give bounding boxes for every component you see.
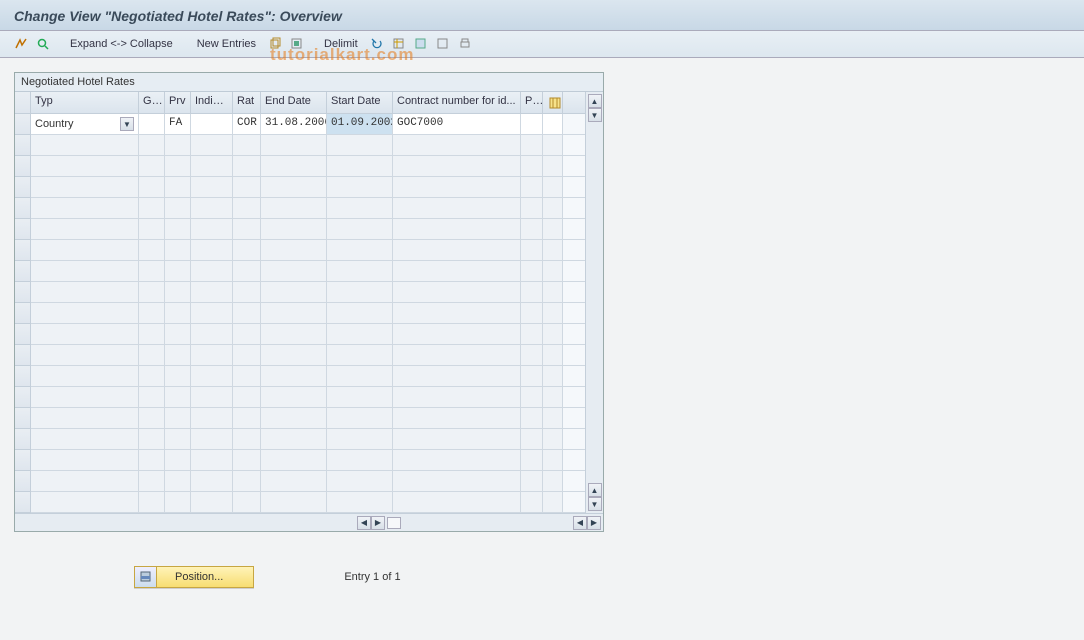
scroll-down-icon[interactable]: ▼ [588, 108, 602, 122]
cell-indiv[interactable] [191, 114, 233, 134]
row-header[interactable] [15, 429, 31, 450]
new-entries-button[interactable]: New Entries [191, 36, 262, 52]
row-header[interactable] [15, 471, 31, 492]
cell-end[interactable]: 31.08.2006 [261, 114, 327, 134]
scroll-up-icon[interactable]: ▲ [588, 483, 602, 497]
table-row[interactable] [31, 282, 585, 303]
col-header-typ[interactable]: Typ [31, 92, 139, 113]
chevron-down-icon[interactable]: ▼ [120, 117, 134, 131]
grid-rows: Country ▼ FA COR 31.08.2006 01.09.2002 G… [31, 114, 585, 513]
col-header-rat[interactable]: Rat [233, 92, 261, 113]
page-title: Change View "Negotiated Hotel Rates": Ov… [14, 8, 1070, 24]
table-row[interactable] [31, 303, 585, 324]
table-row[interactable] [31, 450, 585, 471]
row-header[interactable] [15, 387, 31, 408]
col-header-prv[interactable]: Prv [165, 92, 191, 113]
col-header-config[interactable] [543, 92, 563, 113]
table-row[interactable] [31, 345, 585, 366]
cell-rat[interactable]: COR [233, 114, 261, 134]
row-header[interactable] [15, 366, 31, 387]
entry-counter: Entry 1 of 1 [344, 571, 400, 583]
position-label: Position... [157, 571, 253, 583]
row-header[interactable] [15, 219, 31, 240]
cell-cfg [543, 114, 563, 134]
scroll-left-icon[interactable]: ◀ [573, 516, 587, 530]
title-bar: Change View "Negotiated Hotel Rates": Ov… [0, 0, 1084, 31]
table-settings-icon[interactable] [390, 35, 408, 53]
row-header[interactable] [15, 450, 31, 471]
table-row[interactable] [31, 324, 585, 345]
table-row[interactable] [31, 366, 585, 387]
scroll-right-icon[interactable]: ▶ [371, 516, 385, 530]
cell-typ[interactable]: Country ▼ [31, 114, 139, 134]
typ-dropdown[interactable]: Country ▼ [35, 117, 134, 131]
row-header[interactable] [15, 282, 31, 303]
scroll-handle[interactable] [387, 517, 401, 529]
col-header-end[interactable]: End Date [261, 92, 327, 113]
column-headers: Typ Grp Prv Indivi... Rat End Date Start… [31, 92, 585, 114]
row-header-corner[interactable] [15, 92, 31, 114]
col-header-pu[interactable]: PU [521, 92, 543, 113]
table-row[interactable] [31, 135, 585, 156]
scroll-up-icon[interactable]: ▲ [588, 94, 602, 108]
col-header-start[interactable]: Start Date [327, 92, 393, 113]
table-row[interactable] [31, 177, 585, 198]
table-row[interactable] [31, 198, 585, 219]
col-header-indiv[interactable]: Indivi... [191, 92, 233, 113]
table-row[interactable] [31, 387, 585, 408]
delimit-button[interactable]: Delimit [318, 36, 364, 52]
col-header-grp[interactable]: Grp [139, 92, 165, 113]
grid-container: Negotiated Hotel Rates [14, 72, 604, 532]
deselect-icon[interactable] [434, 35, 452, 53]
row-header[interactable] [15, 114, 31, 135]
row-header[interactable] [15, 156, 31, 177]
row-header[interactable] [15, 261, 31, 282]
row-header[interactable] [15, 135, 31, 156]
vertical-scrollbar[interactable]: ▲ ▼ ▲ ▼ [585, 92, 603, 513]
undo-icon[interactable] [368, 35, 386, 53]
row-header[interactable] [15, 492, 31, 513]
scroll-right-icon[interactable]: ▶ [587, 516, 601, 530]
row-header[interactable] [15, 240, 31, 261]
scroll-left-icon[interactable]: ◀ [357, 516, 371, 530]
toggle-display-icon[interactable] [12, 35, 30, 53]
row-header[interactable] [15, 408, 31, 429]
row-header[interactable] [15, 177, 31, 198]
row-headers [15, 92, 31, 513]
table-row[interactable] [31, 240, 585, 261]
position-button[interactable]: Position... [134, 566, 254, 588]
row-header[interactable] [15, 198, 31, 219]
col-header-contract[interactable]: Contract number for id... [393, 92, 521, 113]
table-row[interactable]: Country ▼ FA COR 31.08.2006 01.09.2002 G… [31, 114, 585, 135]
find-icon[interactable] [34, 35, 52, 53]
position-icon [135, 567, 157, 587]
copy-icon[interactable] [266, 35, 284, 53]
select-block-icon[interactable] [412, 35, 430, 53]
scroll-down-icon[interactable]: ▼ [588, 497, 602, 511]
table-row[interactable] [31, 471, 585, 492]
expand-collapse-button[interactable]: Expand <-> Collapse [64, 36, 179, 52]
cell-contract[interactable]: GOC7000 [393, 114, 521, 134]
row-header[interactable] [15, 303, 31, 324]
table-row[interactable] [31, 219, 585, 240]
row-header[interactable] [15, 345, 31, 366]
cell-start[interactable]: 01.09.2002 [327, 114, 393, 134]
configure-columns-icon[interactable] [547, 95, 563, 111]
table-row[interactable] [31, 156, 585, 177]
grid-title: Negotiated Hotel Rates [15, 73, 603, 92]
table-row[interactable] [31, 492, 585, 513]
table-row[interactable] [31, 429, 585, 450]
toolbar: Expand <-> Collapse New Entries Delimit [0, 31, 1084, 58]
table-row[interactable] [31, 408, 585, 429]
select-all-icon[interactable] [288, 35, 306, 53]
row-header[interactable] [15, 324, 31, 345]
print-icon[interactable] [456, 35, 474, 53]
cell-prv[interactable]: FA [165, 114, 191, 134]
cell-pu[interactable] [521, 114, 543, 134]
table-row[interactable] [31, 261, 585, 282]
horizontal-scrollbar[interactable]: ◀ ▶ ◀ ▶ [15, 513, 603, 531]
cell-grp[interactable] [139, 114, 165, 134]
footer: Position... Entry 1 of 1 [134, 566, 1070, 588]
typ-value: Country [35, 118, 74, 130]
